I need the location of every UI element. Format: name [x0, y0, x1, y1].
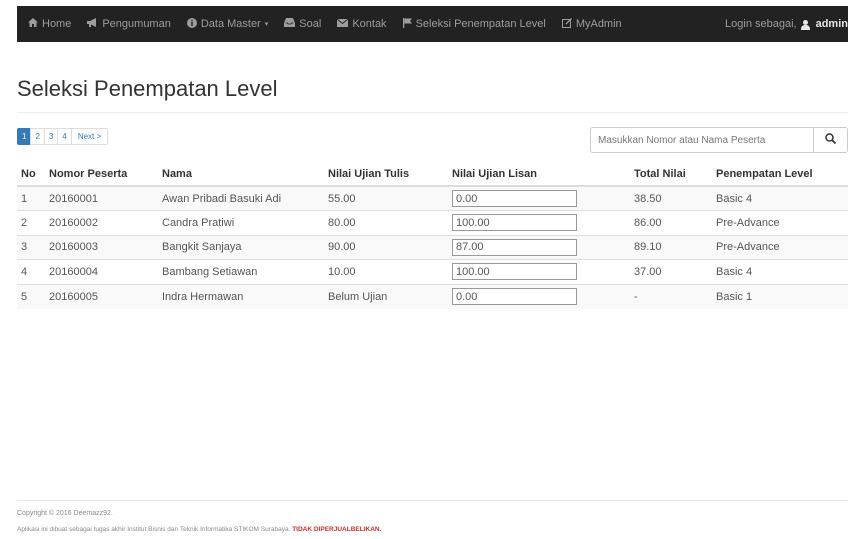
table-row: 2 20160002 Candra Pratiwi 80.00 86.00 Pr…	[17, 210, 848, 235]
cell-nama: Bangkit Sanjaya	[158, 234, 324, 260]
page-link-2[interactable]: 2	[30, 128, 45, 145]
cell-nomor-peserta: 20160005	[45, 283, 158, 309]
footer-note-text: Aplikasi ini dibuat sebagai tugas akhir …	[17, 526, 291, 533]
nilai-lisan-input[interactable]	[452, 288, 577, 305]
nav-kontak[interactable]: Kontak	[329, 6, 394, 42]
bullhorn-icon	[87, 18, 98, 30]
cell-nilai-tulis: 90.00	[324, 234, 448, 260]
flag-icon	[402, 17, 412, 31]
cell-nomor-peserta: 20160003	[45, 234, 158, 260]
header-total-nilai: Total Nilai	[630, 162, 712, 187]
search-group	[590, 127, 848, 153]
header-nama: Nama	[158, 162, 324, 187]
cell-total-nilai: 37.00	[630, 259, 712, 284]
cell-nama: Bambang Setiawan	[158, 259, 324, 284]
nav-home[interactable]: Home	[17, 6, 79, 42]
header-no: No	[17, 162, 45, 187]
cell-penempatan-level: Basic 4	[712, 185, 848, 211]
cell-nilai-lisan	[448, 185, 630, 211]
edit-icon	[561, 17, 572, 31]
header-penempatan-level: Penempatan Level	[712, 162, 848, 187]
cell-no: 5	[17, 283, 45, 309]
footer-divider	[17, 500, 848, 501]
table-header-row: No Nomor Peserta Nama Nilai Ujian Tulis …	[17, 162, 848, 187]
user-icon	[800, 19, 810, 30]
footer-warning: TIDAK DIPERJUALBELIKAN.	[292, 526, 382, 533]
nav-pengumuman[interactable]: Pengumuman	[79, 6, 179, 42]
footer-note: Aplikasi ini dibuat sebagai tugas akhir …	[17, 526, 381, 533]
table-row: 4 20160004 Bambang Setiawan 10.00 37.00 …	[17, 259, 848, 284]
cell-no: 2	[17, 210, 45, 235]
cell-total-nilai: -	[630, 283, 712, 309]
nav-kontak-label: Kontak	[352, 18, 387, 30]
cell-nilai-lisan	[448, 234, 630, 260]
results-table: No Nomor Peserta Nama Nilai Ujian Tulis …	[17, 162, 848, 309]
nilai-lisan-input[interactable]	[452, 238, 577, 256]
cell-total-nilai: 89.10	[630, 234, 712, 260]
cell-penempatan-level: Pre-Advance	[712, 210, 848, 235]
cell-nilai-tulis: 55.00	[324, 185, 448, 211]
nav-soal[interactable]: Soal	[276, 6, 329, 42]
nav-data-master[interactable]: Data Master ▾	[179, 6, 276, 42]
nav-seleksi-penempatan-level[interactable]: Seleksi Penempatan Level	[395, 6, 554, 42]
cell-total-nilai: 86.00	[630, 210, 712, 235]
cell-no: 3	[17, 234, 45, 260]
nav-soal-label: Soal	[299, 18, 322, 30]
page-link-1[interactable]: 1	[17, 128, 32, 145]
header-nilai-ujian-lisan: Nilai Ujian Lisan	[448, 162, 630, 187]
home-icon	[28, 18, 38, 30]
cell-nomor-peserta: 20160002	[45, 210, 158, 235]
cell-nilai-tulis: 10.00	[324, 259, 448, 284]
pagination: 1 2 3 4 Next >	[17, 128, 109, 145]
table-row: 5 20160005 Indra Hermawan Belum Ujian - …	[17, 283, 848, 309]
nav-myadmin[interactable]: MyAdmin	[554, 6, 630, 42]
cell-no: 1	[17, 185, 45, 211]
caret-down-icon: ▾	[264, 21, 269, 28]
copyright-text: Copyright © 2016 Deemazz92.	[17, 510, 113, 517]
cell-nama: Awan Pribadi Basuki Adi	[158, 185, 324, 211]
page-link-3[interactable]: 3	[43, 128, 59, 145]
title-divider	[17, 112, 848, 113]
nilai-lisan-input[interactable]	[452, 263, 577, 281]
login-text: Login sebagai,	[725, 18, 797, 30]
inbox-icon	[284, 18, 296, 30]
cell-total-nilai: 38.50	[630, 185, 712, 211]
search-input[interactable]	[590, 127, 813, 153]
cell-nama: Indra Hermawan	[158, 283, 324, 309]
login-username: admin	[815, 18, 848, 30]
cell-nilai-tulis-status: Belum Ujian	[324, 283, 448, 309]
cell-nilai-lisan	[448, 283, 630, 309]
header-nilai-ujian-tulis: Nilai Ujian Tulis	[324, 162, 448, 187]
nav-home-label: Home	[42, 18, 72, 30]
cell-nilai-lisan	[448, 210, 630, 235]
nav-data-master-label: Data Master	[200, 18, 261, 30]
search-button[interactable]	[813, 127, 848, 153]
table-row: 1 20160001 Awan Pribadi Basuki Adi 55.00…	[17, 185, 848, 211]
cell-penempatan-level: Pre-Advance	[712, 234, 848, 260]
search-icon	[825, 131, 837, 149]
cell-penempatan-level: Basic 4	[712, 259, 848, 284]
envelope-icon	[337, 18, 349, 30]
cell-no: 4	[17, 259, 45, 284]
table-row: 3 20160003 Bangkit Sanjaya 90.00 89.10 P…	[17, 234, 848, 260]
nav-seleksi-label: Seleksi Penempatan Level	[415, 18, 546, 30]
page-title: Seleksi Penempatan Level	[17, 76, 278, 101]
cell-penempatan-level: Basic 1	[712, 283, 848, 309]
page-link-4[interactable]: 4	[57, 128, 72, 145]
cell-nomor-peserta: 20160001	[45, 185, 158, 211]
nav-pengumuman-label: Pengumuman	[102, 18, 171, 30]
cell-nilai-lisan	[448, 259, 630, 284]
cell-nilai-tulis: 80.00	[324, 210, 448, 235]
cell-nama: Candra Pratiwi	[158, 210, 324, 235]
top-navbar: Home Pengumuman Data Master ▾ Soal Konta…	[17, 6, 848, 42]
info-icon	[186, 17, 197, 31]
nav-myadmin-label: MyAdmin	[575, 18, 622, 30]
cell-nomor-peserta: 20160004	[45, 259, 158, 284]
nilai-lisan-input[interactable]	[452, 214, 577, 232]
login-info[interactable]: Login sebagai, admin	[725, 6, 848, 42]
header-nomor-peserta: Nomor Peserta	[45, 162, 158, 187]
page-next-link[interactable]: Next >	[70, 128, 109, 145]
nilai-lisan-input[interactable]	[452, 190, 577, 207]
